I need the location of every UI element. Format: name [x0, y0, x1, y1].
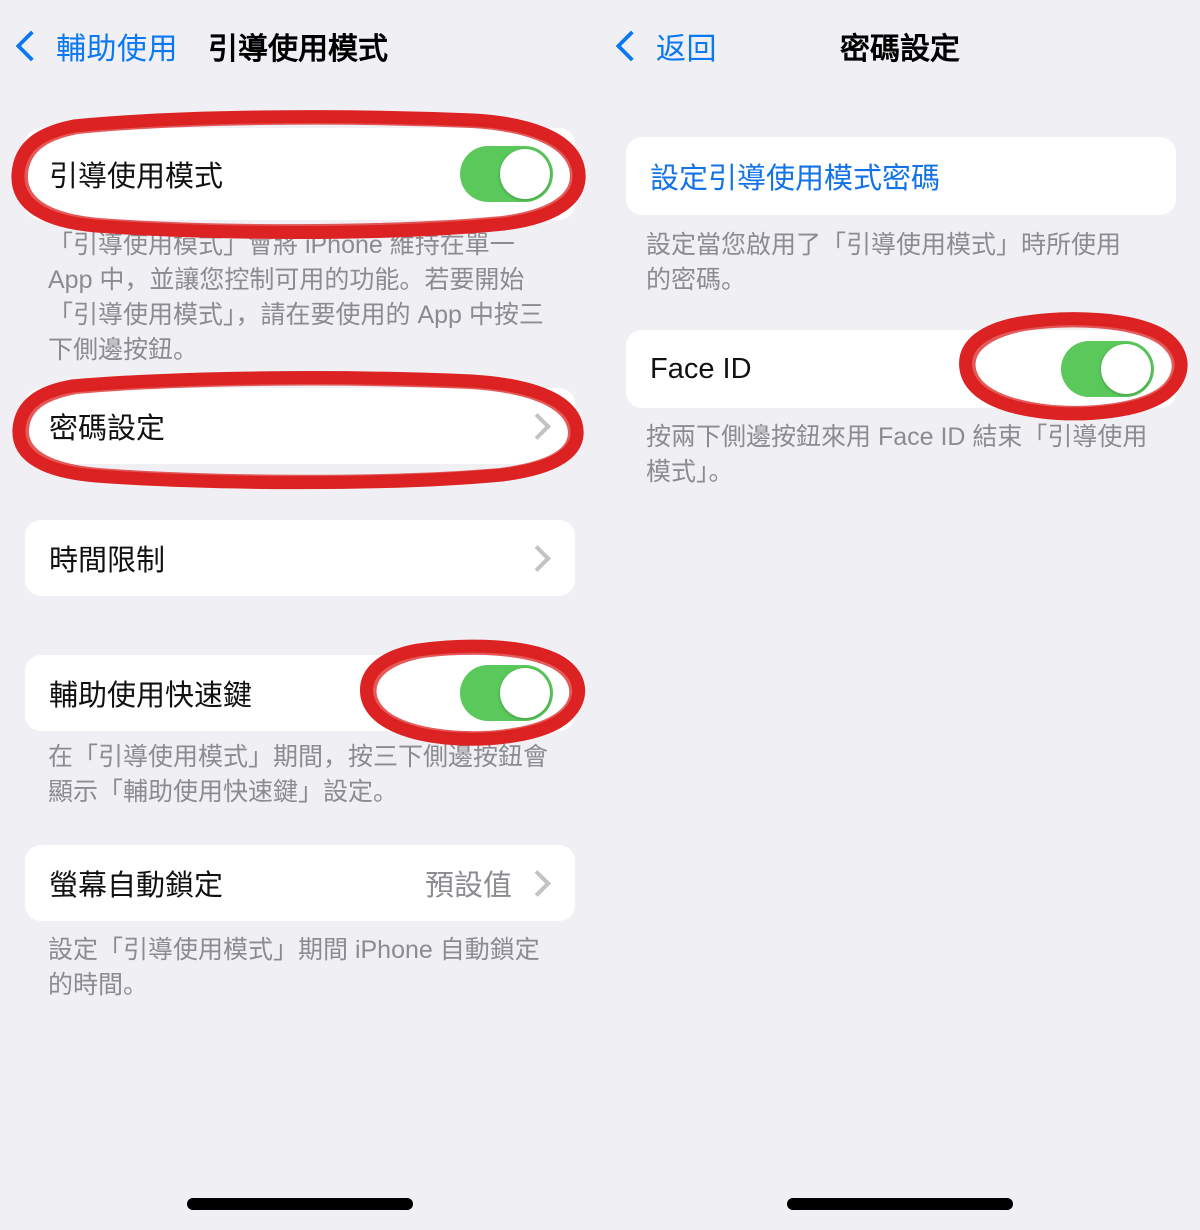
display-auto-lock-card: 螢幕自動鎖定 預設值: [25, 845, 575, 921]
row-label-passcode-settings: 密碼設定: [49, 413, 166, 445]
row-face-id[interactable]: Face ID: [626, 330, 1176, 408]
row-label-face-id: Face ID: [650, 352, 752, 385]
passcode-settings-card: 密碼設定: [25, 388, 575, 464]
row-value-display-auto-lock: 預設值: [424, 870, 512, 902]
footer-accessibility-shortcut: 在「引導使用模式」期間，按三下側邊按鈕會 顯示「輔助使用快速鍵」設定。: [48, 743, 549, 806]
back-button-label: 返回: [656, 33, 717, 66]
guided-access-toggle-card: 引導使用模式: [25, 128, 575, 220]
row-label-set-guided-access-passcode: 設定引導使用模式密碼: [650, 163, 941, 195]
guided-access-screen: 輔助使用 引導使用模式 引導使用模式 「引導使用模式」會將 iPhone 維持在…: [0, 0, 600, 1230]
chevron-left-icon: [15, 30, 47, 62]
toggle-accessibility-shortcut[interactable]: [460, 665, 553, 721]
footer-display-auto-lock: 設定「引導使用模式」期間 iPhone 自動鎖定 的時間。: [48, 936, 540, 999]
footer-face-id: 按兩下側邊按鈕來用 Face ID 結束「引導使用 模式」。: [646, 423, 1148, 486]
row-display-auto-lock[interactable]: 螢幕自動鎖定 預設值: [25, 845, 575, 921]
time-limits-card: 時間限制: [25, 520, 575, 596]
row-set-guided-access-passcode[interactable]: 設定引導使用模式密碼: [626, 137, 1176, 215]
toggle-knob: [1101, 344, 1151, 394]
toggle-knob: [500, 149, 550, 199]
row-guided-access[interactable]: 引導使用模式: [25, 128, 575, 220]
back-button-label: 輔助使用: [56, 33, 178, 66]
home-indicator: [187, 1198, 413, 1210]
row-passcode-settings[interactable]: 密碼設定: [25, 388, 575, 464]
right-navigation-bar: 返回 密碼設定: [600, 0, 1200, 92]
chevron-left-icon: [615, 30, 647, 62]
row-label-time-limits: 時間限制: [49, 545, 166, 577]
set-guided-access-passcode-card: 設定引導使用模式密碼: [626, 137, 1176, 215]
row-label-accessibility-shortcut: 輔助使用快速鍵: [49, 680, 253, 712]
toggle-knob: [500, 668, 550, 718]
toggle-face-id[interactable]: [1061, 341, 1154, 397]
chevron-right-icon: [524, 412, 551, 440]
back-button-accessibility[interactable]: 輔助使用: [15, 24, 178, 68]
chevron-right-icon: [524, 869, 551, 897]
row-label-display-auto-lock: 螢幕自動鎖定: [49, 870, 224, 902]
footer-set-passcode: 設定當您啟用了「引導使用模式」時所使用 的密碼。: [646, 231, 1122, 294]
footer-guided-access: 「引導使用模式」會將 iPhone 維持在單一 App 中，並讓您控制可用的功能…: [48, 231, 544, 364]
passcode-settings-screen: 返回 密碼設定 設定引導使用模式密碼 設定當您啟用了「引導使用模式」時所使用 的…: [600, 0, 1200, 1230]
back-button-return[interactable]: 返回: [615, 24, 717, 68]
chevron-right-icon: [524, 544, 551, 572]
left-navigation-bar: 輔助使用 引導使用模式: [0, 0, 600, 92]
accessibility-shortcut-card: 輔助使用快速鍵: [25, 655, 575, 731]
page-title: 引導使用模式: [208, 33, 388, 66]
row-accessibility-shortcut[interactable]: 輔助使用快速鍵: [25, 655, 575, 731]
row-label-guided-access: 引導使用模式: [49, 161, 224, 193]
row-time-limits[interactable]: 時間限制: [25, 520, 575, 596]
page-title: 密碼設定: [840, 33, 960, 66]
toggle-guided-access[interactable]: [460, 146, 553, 202]
face-id-card: Face ID: [626, 330, 1176, 408]
home-indicator: [787, 1198, 1013, 1210]
